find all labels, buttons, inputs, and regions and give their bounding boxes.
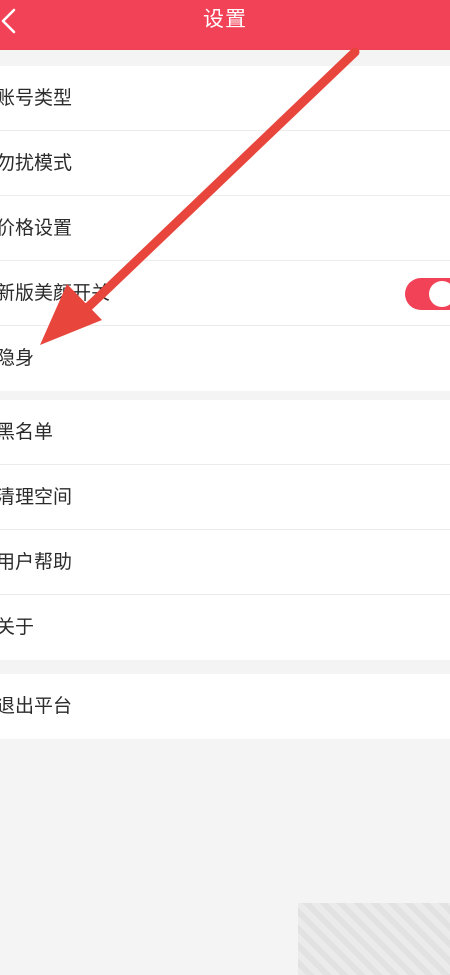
settings-row-exit-platform[interactable]: 退出平台	[0, 674, 450, 739]
settings-row-do-not-disturb[interactable]: 勿扰模式	[0, 131, 450, 196]
settings-row-user-help[interactable]: 用户帮助	[0, 530, 450, 595]
settings-row-account-type[interactable]: 账号类型	[0, 66, 450, 131]
toggle-knob	[429, 281, 450, 307]
settings-row-label: 退出平台	[0, 695, 73, 717]
settings-row-label: 黑名单	[0, 421, 54, 443]
watermark	[298, 903, 450, 975]
settings-row-label: 用户帮助	[0, 551, 73, 573]
settings-row-clear-space[interactable]: 清理空间	[0, 465, 450, 530]
settings-row-about[interactable]: 关于	[0, 595, 450, 660]
settings-row-blacklist[interactable]: 黑名单	[0, 400, 450, 465]
settings-row-price-settings[interactable]: 价格设置	[0, 196, 450, 261]
settings-group-general: 黑名单 清理空间 用户帮助 关于	[0, 400, 450, 660]
beauty-toggle-switch[interactable]	[405, 278, 450, 310]
settings-row-invisible[interactable]: 隐身	[0, 326, 450, 391]
settings-screen: 设置 账号类型 勿扰模式 价格设置 新版美颜开关 隐身 黑名单 清理空间 用户帮	[0, 0, 450, 975]
settings-group-account: 账号类型 勿扰模式 价格设置 新版美颜开关 隐身	[0, 66, 450, 391]
settings-row-label: 价格设置	[0, 217, 73, 239]
settings-row-label: 新版美颜开关	[0, 282, 111, 304]
settings-row-beauty-toggle: 新版美颜开关	[0, 261, 450, 326]
settings-row-label: 勿扰模式	[0, 152, 73, 174]
settings-row-label: 关于	[0, 616, 35, 638]
settings-row-label: 隐身	[0, 347, 35, 369]
settings-row-label: 账号类型	[0, 87, 73, 109]
settings-row-label: 清理空间	[0, 486, 73, 508]
settings-group-exit: 退出平台	[0, 674, 450, 739]
page-title: 设置	[203, 7, 247, 31]
header-bar: 设置	[0, 0, 450, 50]
